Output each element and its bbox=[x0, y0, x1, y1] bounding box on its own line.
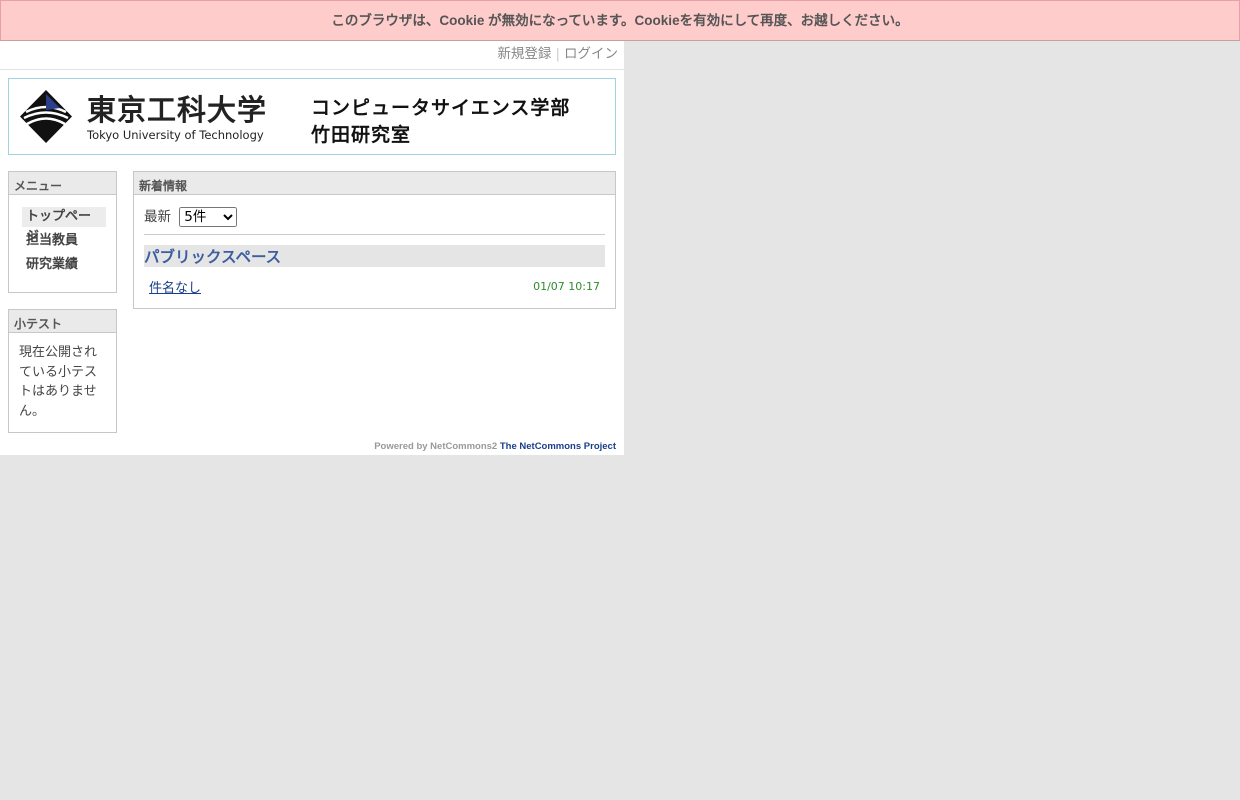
latest-label: 最新 bbox=[144, 209, 171, 225]
menu-item-research[interactable]: 研究業績 bbox=[22, 255, 116, 275]
footer: Powered by NetCommons2 The NetCommons Pr… bbox=[374, 441, 616, 452]
header-banner: 東京工科大学 Tokyo University of Technology コン… bbox=[8, 78, 616, 155]
news-panel: 新着情報 最新 5件 パブリックスペース 件名なし 01/07 10:17 bbox=[133, 171, 616, 309]
register-link[interactable]: 新規登録 bbox=[497, 46, 551, 62]
news-divider bbox=[144, 234, 605, 235]
news-controls: 最新 5件 bbox=[134, 195, 615, 229]
menu-list: トップページ 担当教員 研究業績 bbox=[9, 195, 116, 275]
menu-panel: メニュー トップページ 担当教員 研究業績 bbox=[8, 171, 117, 293]
cookie-notice: このブラウザは、Cookie が無効になっています。Cookieを有効にして再度… bbox=[0, 0, 1240, 41]
login-link[interactable]: ログイン bbox=[564, 46, 618, 62]
page-container: 新規登録 | ログイン 東京工科大学 Tokyo University of Tec… bbox=[0, 41, 624, 455]
menu-title: メニュー bbox=[9, 172, 116, 195]
quiz-message: 現在公開されている小テストはありません。 bbox=[19, 345, 98, 419]
quiz-title: 小テスト bbox=[9, 310, 116, 333]
space-header: パブリックスペース bbox=[144, 245, 605, 267]
lab-name: 竹田研究室 bbox=[311, 124, 412, 146]
menu-item-faculty[interactable]: 担当教員 bbox=[22, 231, 116, 251]
netcommons-link[interactable]: The NetCommons Project bbox=[500, 441, 616, 452]
university-name-en: Tokyo University of Technology bbox=[87, 128, 264, 142]
login-bar: 新規登録 | ログイン bbox=[0, 41, 624, 70]
news-title: 新着情報 bbox=[134, 172, 615, 195]
quiz-panel: 小テスト 現在公開されている小テストはありません。 bbox=[8, 309, 117, 433]
powered-by: Powered by NetCommons2 bbox=[374, 441, 498, 452]
news-entry: 件名なし 01/07 10:17 bbox=[149, 277, 600, 299]
news-entry-date: 01/07 10:17 bbox=[533, 280, 600, 293]
news-count-select[interactable]: 5件 bbox=[179, 207, 238, 227]
news-entry-link[interactable]: 件名なし bbox=[149, 281, 201, 296]
university-logo-icon bbox=[20, 90, 72, 143]
university-name-ja: 東京工科大学 bbox=[87, 93, 268, 127]
department-name: コンピュータサイエンス学部 bbox=[311, 97, 571, 119]
login-separator: | bbox=[555, 46, 560, 62]
menu-item-top-page[interactable]: トップページ bbox=[22, 207, 106, 244]
